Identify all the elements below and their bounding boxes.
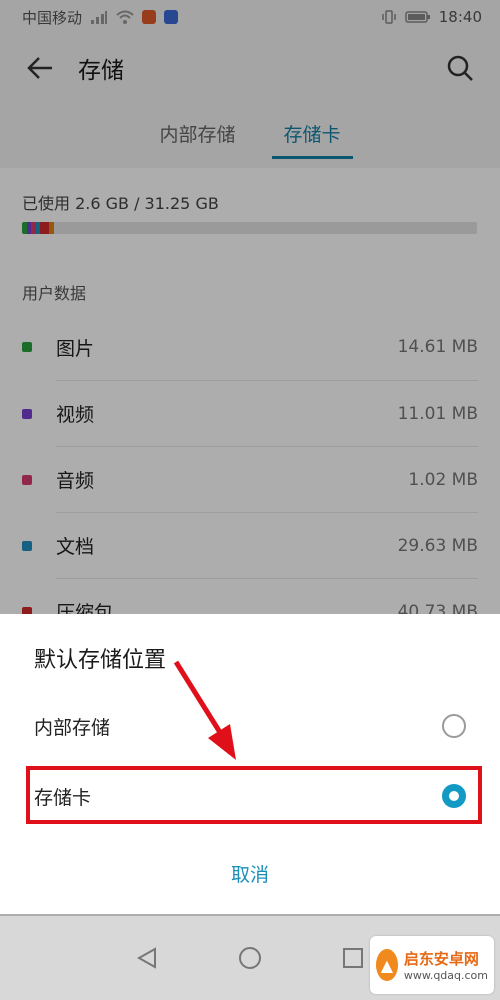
circle-home-icon[interactable]	[237, 945, 263, 971]
option-label: 存储卡	[34, 786, 92, 809]
watermark-url: www.qdaq.com	[403, 969, 488, 982]
radio-icon[interactable]	[442, 714, 466, 738]
cancel-button[interactable]: 取消	[0, 860, 500, 887]
triangle-back-icon[interactable]	[135, 946, 159, 970]
radio-icon[interactable]	[442, 784, 466, 808]
dialog-title: 默认存储位置	[34, 648, 167, 673]
option-label: 内部存储	[34, 716, 111, 739]
square-recent-icon[interactable]	[341, 946, 365, 970]
watermark-title: 启东安卓网	[403, 950, 479, 968]
watermark-logo: ▲ 启东安卓网 www.qdaq.com	[370, 936, 494, 994]
default-storage-dialog: 默认存储位置 内部存储 存储卡 取消	[0, 614, 500, 914]
watermark-icon: ▲	[376, 949, 398, 981]
option-storage-card[interactable]: 存储卡	[0, 766, 500, 826]
option-internal-storage[interactable]: 内部存储	[0, 696, 500, 756]
